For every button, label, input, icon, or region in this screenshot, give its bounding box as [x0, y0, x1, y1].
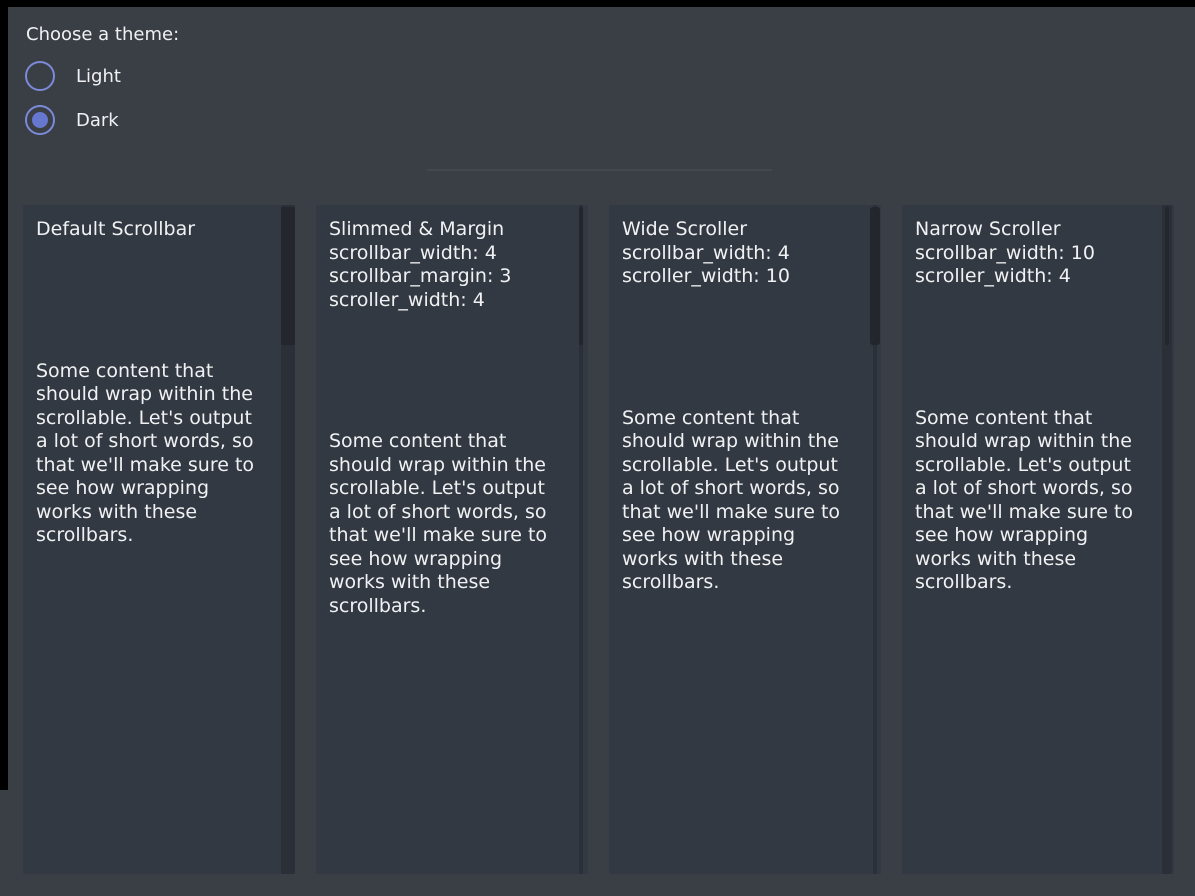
- radio-option-light[interactable]: Light: [25, 61, 121, 91]
- panel-param: scrollbar_width: 10: [915, 242, 1145, 266]
- panel-narrow-scroller[interactable]: Narrow Scroller scrollbar_width: 10 scro…: [902, 205, 1174, 874]
- panel-default-scrollbar[interactable]: Default Scrollbar Some content that shou…: [23, 205, 295, 874]
- scrollbar-thumb[interactable]: [579, 207, 583, 345]
- scrollbar-thumb[interactable]: [281, 207, 295, 345]
- panel-content-text: Some content that should wrap within the…: [36, 360, 266, 548]
- panel-content-text: Some content that should wrap within the…: [329, 430, 559, 618]
- radio-dark-button[interactable]: [25, 105, 55, 135]
- scrollbar-thumb[interactable]: [870, 207, 880, 345]
- window-frame-top-edge: [0, 0, 1195, 7]
- panel-param: scroller_width: 4: [329, 289, 559, 313]
- panel-title: Narrow Scroller: [915, 218, 1145, 242]
- panel-param: scrollbar_width: 4: [622, 242, 852, 266]
- radio-option-dark[interactable]: Dark: [25, 105, 119, 135]
- panel-slimmed-margin[interactable]: Slimmed & Margin scrollbar_width: 4 scro…: [316, 205, 588, 874]
- panel-param: scrollbar_width: 4: [329, 242, 559, 266]
- window-frame-left-edge: [0, 0, 8, 790]
- panel-param: scroller_width: 4: [915, 265, 1145, 289]
- horizontal-divider: [427, 169, 772, 171]
- panel-title: Slimmed & Margin: [329, 218, 559, 242]
- scrollbar-demo-panels: Default Scrollbar Some content that shou…: [23, 205, 1174, 874]
- panel-title: Default Scrollbar: [36, 218, 266, 242]
- radio-dark-label: Dark: [76, 110, 119, 131]
- panel-wide-scroller[interactable]: Wide Scroller scrollbar_width: 4 scrolle…: [609, 205, 881, 874]
- panel-param: scroller_width: 10: [622, 265, 852, 289]
- panel-content-text: Some content that should wrap within the…: [915, 407, 1145, 595]
- panel-param: scrollbar_margin: 3: [329, 265, 559, 289]
- radio-selected-dot: [32, 112, 48, 128]
- radio-light-button[interactable]: [25, 61, 55, 91]
- panel-title: Wide Scroller: [622, 218, 852, 242]
- theme-chooser-prompt: Choose a theme:: [26, 23, 179, 47]
- panel-content-text: Some content that should wrap within the…: [622, 407, 852, 595]
- scrollbar-thumb[interactable]: [1165, 207, 1169, 345]
- radio-light-label: Light: [76, 66, 121, 87]
